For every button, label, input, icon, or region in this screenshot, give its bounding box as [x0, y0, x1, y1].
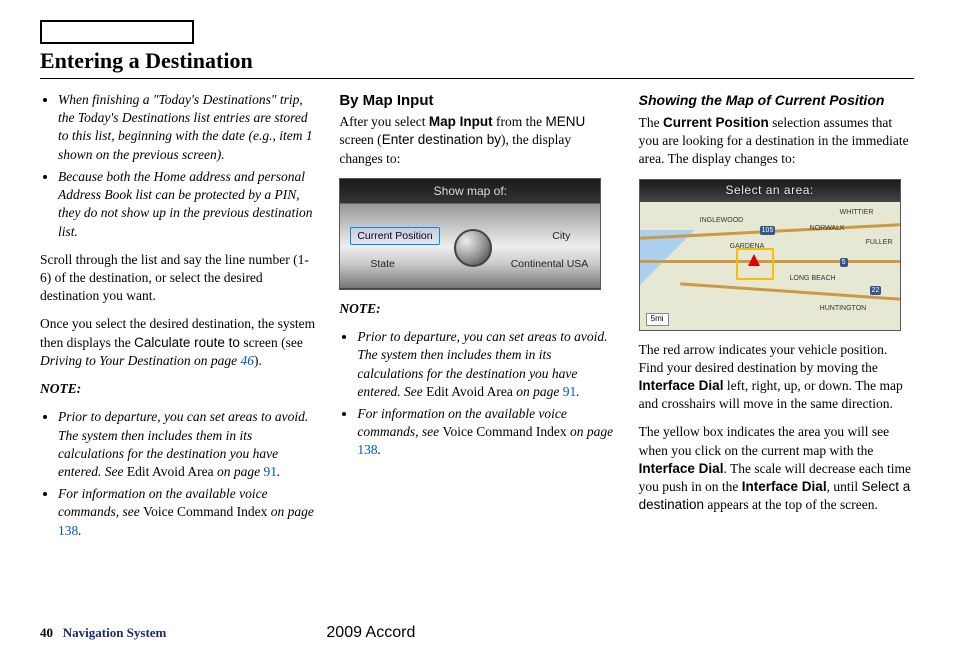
page-number: 40: [40, 625, 53, 640]
red-arrow-icon: [748, 254, 760, 266]
t: on page: [191, 353, 241, 368]
t: After you select: [339, 114, 429, 129]
select-area-figure: Select an area: 105 5 22 INGLEWOOD NORWA…: [639, 179, 901, 331]
page-link-46[interactable]: 46: [241, 353, 255, 368]
page-link-91[interactable]: 91: [563, 384, 577, 399]
current-position-label: Current Position: [663, 115, 769, 130]
by-map-input-heading: By Map Input: [339, 91, 614, 111]
t: on page: [567, 424, 614, 439]
show-map-of-figure: Show map of: Current Position City State…: [339, 178, 601, 290]
col3-p2: The red arrow indicates your vehicle pos…: [639, 341, 914, 414]
city-label: FULLER: [866, 238, 893, 247]
voice-cmd-label: Voice Command Index: [143, 504, 267, 519]
t: , until: [827, 479, 862, 494]
dial-opt-current-position: Current Position: [350, 227, 439, 245]
t: on page: [214, 464, 264, 479]
col3-p1: The Current Position selection assumes t…: [639, 114, 914, 169]
t: .: [78, 523, 81, 538]
column-2: By Map Input After you select Map Input …: [339, 91, 614, 618]
showing-map-heading: Showing the Map of Current Position: [639, 91, 914, 110]
dial-opt-state: State: [370, 257, 395, 271]
hwy-badge: 5: [840, 258, 848, 267]
hwy-badge: 105: [760, 226, 776, 235]
t: from the: [493, 114, 546, 129]
col1-note-1: Prior to departure, you can set areas to…: [58, 408, 315, 481]
page-link-138[interactable]: 138: [357, 442, 377, 457]
city-label: WHITTIER: [840, 208, 874, 217]
col1-scroll-text: Scroll through the list and say the line…: [40, 251, 315, 306]
t: on page: [267, 504, 314, 519]
col2-note-label: NOTE:: [339, 300, 614, 318]
t: screen (: [339, 132, 381, 147]
col2-note-1: Prior to departure, you can set areas to…: [357, 328, 614, 401]
page-title: Entering a Destination: [40, 48, 914, 79]
ref-driving: Driving to Your Destination: [40, 353, 191, 368]
map-scale: 5mi: [646, 313, 669, 326]
edit-avoid-label: Edit Avoid Area: [426, 384, 513, 399]
calculate-route-label: Calculate route to: [134, 335, 240, 350]
t: .: [277, 464, 280, 479]
page-link-91[interactable]: 91: [263, 464, 277, 479]
dial-title: Show map of:: [340, 179, 600, 203]
city-label: LONG BEACH: [790, 274, 836, 283]
edit-avoid-label: Edit Avoid Area: [127, 464, 214, 479]
col1-note-label: NOTE:: [40, 380, 315, 398]
t: .: [378, 442, 381, 457]
city-label: HUNTINGTON: [820, 304, 867, 313]
menu-label: MENU: [546, 114, 586, 129]
col2-note-2: For information on the available voice c…: [357, 405, 614, 460]
interface-dial-label: Interface Dial: [639, 378, 724, 393]
col3-p3: The yellow box indicates the area you wi…: [639, 423, 914, 514]
enter-dest-label: Enter destination by: [382, 132, 501, 147]
city-label: INGLEWOOD: [700, 216, 744, 225]
map-title: Select an area:: [640, 180, 900, 203]
interface-dial-label: Interface Dial: [639, 461, 724, 476]
col1-bullet-1: When finishing a "Today's Destinations" …: [58, 91, 315, 164]
page-footer: 40 Navigation System 2009 Accord: [40, 618, 914, 642]
t: ).: [254, 353, 262, 368]
content-columns: When finishing a "Today's Destinations" …: [40, 91, 914, 618]
model-label: 2009 Accord: [326, 624, 415, 642]
col1-calc-text: Once you select the desired destination,…: [40, 315, 315, 370]
interface-dial-label: Interface Dial: [742, 479, 827, 494]
col2-intro: After you select Map Input from the MENU…: [339, 113, 614, 168]
t: .: [576, 384, 579, 399]
column-1: When finishing a "Today's Destinations" …: [40, 91, 315, 618]
t: The: [639, 115, 663, 130]
dial-opt-continental: Continental USA: [511, 257, 589, 271]
t: The red arrow indicates your vehicle pos…: [639, 342, 888, 375]
t: screen (see: [240, 335, 303, 350]
dial-knob-icon: [454, 229, 492, 267]
map-input-label: Map Input: [429, 114, 493, 129]
header-box: [40, 20, 194, 44]
city-label: NORWALK: [810, 224, 845, 233]
dial-opt-city: City: [552, 229, 570, 243]
voice-cmd-label: Voice Command Index: [442, 424, 566, 439]
t: The yellow box indicates the area you wi…: [639, 424, 889, 457]
column-3: Showing the Map of Current Position The …: [639, 91, 914, 618]
col1-note-2: For information on the available voice c…: [58, 485, 315, 540]
t: appears at the top of the screen.: [704, 497, 878, 512]
hwy-badge: 22: [870, 286, 882, 295]
section-name: Navigation System: [63, 625, 167, 640]
col1-bullet-2: Because both the Home address and person…: [58, 168, 315, 241]
t: on page: [513, 384, 563, 399]
page-link-138[interactable]: 138: [58, 523, 78, 538]
